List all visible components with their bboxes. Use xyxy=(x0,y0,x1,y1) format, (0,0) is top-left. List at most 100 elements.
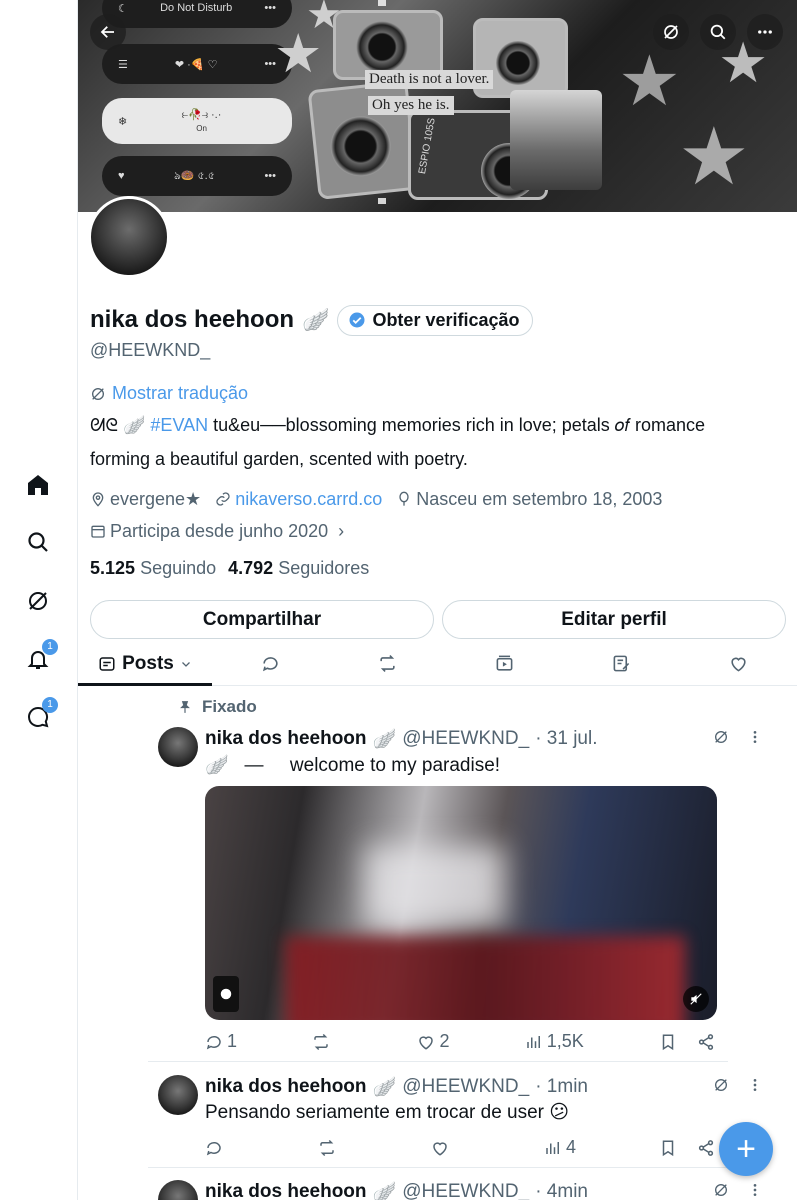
banner-pill-dnd: ☾ Do Not Disturb ••• xyxy=(102,0,292,28)
tweet-latest[interactable]: nika dos heehoon 🪽 @HEEWKND_ · 1min Pens… xyxy=(158,1075,757,1135)
tweet-time[interactable]: · 31 jul. xyxy=(535,728,597,750)
tweet-extra-actions xyxy=(659,1137,715,1158)
reply-button[interactable] xyxy=(205,1137,235,1158)
tweet-header: nika dos heehoon 🪽 @HEEWKND_ · 31 jul. xyxy=(205,727,598,751)
location-item: evergene★ xyxy=(90,486,201,512)
repost-button[interactable] xyxy=(318,1137,348,1158)
tab-posts[interactable]: Posts xyxy=(78,642,212,686)
search-icon[interactable] xyxy=(24,528,52,556)
views-count: 1,5K xyxy=(546,1031,584,1051)
notifications-badge: 1 xyxy=(42,639,58,655)
back-arrow-icon xyxy=(100,26,114,38)
tweet-time[interactable]: · 4min xyxy=(535,1181,588,1200)
tab-reposts[interactable] xyxy=(329,642,446,685)
get-verified-button[interactable]: Obter verificação xyxy=(337,304,533,336)
left-navigation-rail: 1 1 xyxy=(0,0,78,1200)
tab-likes[interactable] xyxy=(680,642,797,685)
reply-button[interactable]: 1 xyxy=(205,1031,237,1052)
more-vertical-icon[interactable] xyxy=(747,1077,763,1093)
home-icon[interactable] xyxy=(24,471,52,499)
birthday-item: Nasceu em setembro 18, 2003 xyxy=(396,486,662,512)
tweet-author-handle[interactable]: @HEEWKND_ xyxy=(402,1181,529,1200)
tweet-author-name[interactable]: nika dos heehoon xyxy=(205,1181,367,1200)
bio-hashtag-link[interactable]: #EVAN xyxy=(150,415,208,435)
share-icon[interactable] xyxy=(697,1033,715,1051)
tweet-avatar[interactable] xyxy=(158,727,198,767)
banner-star-3: ★ xyxy=(618,42,681,120)
tweet-text-emoji: 🪽 xyxy=(205,755,229,776)
search-button[interactable] xyxy=(700,14,736,50)
tab-media[interactable] xyxy=(446,642,563,685)
tweet-media-gif[interactable] xyxy=(205,786,717,1020)
like-button[interactable]: 2 xyxy=(417,1031,450,1052)
banner-caption-2: Oh yes he is. xyxy=(368,96,454,115)
wing-emoji: 🪽 xyxy=(302,307,330,332)
more-button[interactable] xyxy=(747,14,783,50)
tweet-author-handle[interactable]: @HEEWKND_ xyxy=(402,728,529,750)
tweet-time[interactable]: · 1min xyxy=(535,1076,588,1098)
followers-count: 4.792 xyxy=(228,558,274,578)
grok-icon[interactable] xyxy=(24,587,52,615)
grok-icon[interactable] xyxy=(713,1077,729,1093)
like-button[interactable] xyxy=(431,1137,461,1158)
tweet-author-handle[interactable]: @HEEWKND_ xyxy=(402,1076,529,1098)
website-item[interactable]: nikaverso.carrd.co xyxy=(215,486,382,512)
tweet-author-emoji: 🪽 xyxy=(372,729,397,750)
tweet-older[interactable]: nika dos heehoon 🪽 @HEEWKND_ · 4min xyxy=(158,1180,757,1200)
following-label: Seguindo xyxy=(140,558,217,578)
like-count: 2 xyxy=(439,1031,450,1051)
tweet-pinned[interactable]: nika dos heehoon 🪽 @HEEWKND_ · 31 jul. 🪽… xyxy=(158,727,757,787)
pinned-indicator: Fixado xyxy=(178,697,257,717)
tweet-top-right xyxy=(713,1182,763,1198)
edit-profile-button[interactable]: Editar perfil xyxy=(442,600,786,639)
mute-icon[interactable] xyxy=(683,986,709,1012)
tweet-author-name[interactable]: nika dos heehoon xyxy=(205,728,367,750)
bio-prefix: ᘛᘓ 🪽 xyxy=(90,415,146,435)
tweet-author-name[interactable]: nika dos heehoon xyxy=(205,1076,367,1098)
location-pin-icon xyxy=(92,492,104,507)
tweet-author-emoji: 🪽 xyxy=(372,1077,397,1098)
more-vertical-icon[interactable] xyxy=(747,729,763,745)
plus-icon: + xyxy=(736,1130,756,1168)
grok-icon[interactable] xyxy=(713,1182,729,1198)
bookmark-icon[interactable] xyxy=(659,1139,677,1157)
profile-avatar[interactable] xyxy=(88,196,170,278)
views-button[interactable]: 1,5K xyxy=(525,1031,584,1052)
messages-badge: 1 xyxy=(42,697,58,713)
calendar-icon xyxy=(91,525,105,538)
show-translation-link[interactable]: Mostrar tradução xyxy=(90,383,790,404)
views-button[interactable]: 4 xyxy=(544,1137,576,1158)
grok-icon[interactable] xyxy=(713,729,729,745)
profile-actions: Compartilhar Editar perfil xyxy=(90,600,786,639)
followers-link[interactable]: 4.792 Seguidores xyxy=(228,558,369,579)
verified-badge-icon xyxy=(349,312,365,328)
share-button[interactable]: Compartilhar xyxy=(90,600,434,639)
bookmark-icon[interactable] xyxy=(659,1033,677,1051)
tweet-text-body: — welcome to my paradise! xyxy=(228,755,501,776)
notifications-bell-icon[interactable]: 1 xyxy=(24,639,58,673)
more-dots-icon xyxy=(758,30,772,34)
tweet-separator xyxy=(148,1061,728,1062)
banner-pill-4: ♥ ঌ🍩 ৫.৫ ••• xyxy=(102,156,292,196)
following-link[interactable]: 5.125 Seguindo xyxy=(90,558,216,579)
tab-articles[interactable] xyxy=(563,642,680,685)
get-verified-label: Obter verificação xyxy=(372,309,520,330)
joined-item[interactable]: Participa desde junho 2020 › xyxy=(90,518,344,544)
grok-button[interactable] xyxy=(653,14,689,50)
website-link[interactable]: nikaverso.carrd.co xyxy=(235,489,382,510)
repost-button[interactable] xyxy=(312,1031,342,1052)
tab-posts-label: Posts xyxy=(122,652,174,674)
back-button[interactable] xyxy=(90,14,126,50)
tweet-avatar[interactable] xyxy=(158,1180,198,1200)
messages-icon[interactable]: 1 xyxy=(24,697,58,731)
more-vertical-icon[interactable] xyxy=(747,1182,763,1198)
profile-info: nika dos heehoon 🪽 Obter verificação @HE… xyxy=(90,300,790,579)
tweet-avatar[interactable] xyxy=(158,1075,198,1115)
profile-bio: ᘛᘓ 🪽 #EVAN tu&eu──blossoming memories ri… xyxy=(90,408,760,476)
compose-post-button[interactable]: + xyxy=(719,1122,773,1176)
tab-replies[interactable] xyxy=(212,642,329,685)
location-text: evergene★ xyxy=(110,488,202,509)
share-icon[interactable] xyxy=(697,1139,715,1157)
tweet-actions: 1 2 1,5K xyxy=(205,1031,715,1052)
views-chart-icon xyxy=(526,1035,540,1048)
